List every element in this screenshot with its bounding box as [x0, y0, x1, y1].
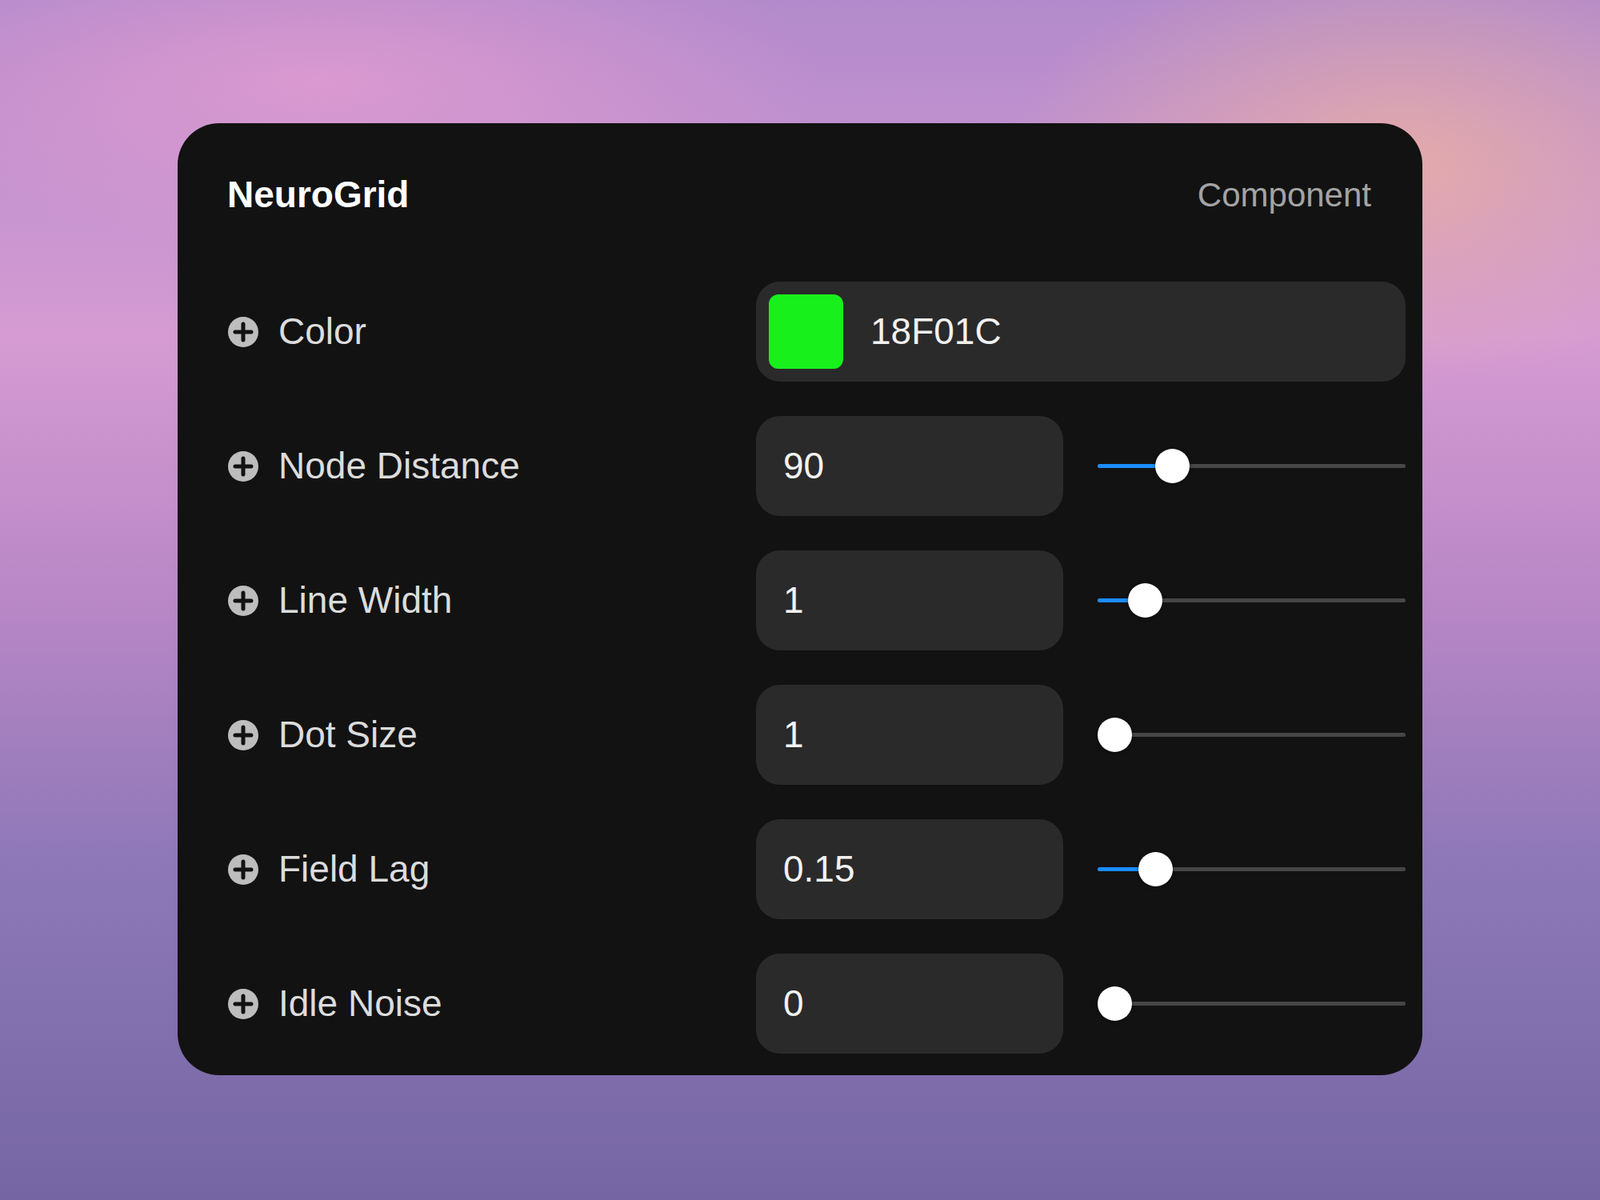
property-row: Field Lag 0.15 [227, 819, 1372, 920]
background-photo: NeuroGrid Component Color 18F01C Node Distan… [0, 0, 1600, 1200]
color-field[interactable]: 18F01C [756, 281, 1406, 382]
property-label-text: Line Width [278, 578, 452, 623]
slider-thumb[interactable] [1097, 717, 1132, 752]
plus-circle-icon[interactable] [227, 584, 260, 617]
property-row: Line Width 1 [227, 550, 1372, 651]
property-label: Node Distance [227, 444, 722, 488]
slider-rail [1097, 732, 1406, 737]
property-row: Idle Noise 0 [227, 953, 1372, 1054]
property-row: Node Distance 90 [227, 416, 1372, 516]
slider-thumb[interactable] [1097, 986, 1132, 1021]
slider-track[interactable] [1097, 852, 1406, 887]
slider-thumb[interactable] [1128, 583, 1163, 618]
slider-track[interactable] [1097, 986, 1406, 1021]
property-label: Idle Noise [227, 981, 722, 1026]
number-field[interactable]: 1 [756, 550, 1064, 651]
number-field[interactable]: 1 [756, 684, 1064, 785]
slider-thumb[interactable] [1138, 852, 1173, 887]
number-field[interactable]: 90 [756, 416, 1064, 516]
number-value[interactable]: 0.15 [783, 847, 856, 892]
property-label-text: Idle Noise [278, 981, 443, 1026]
property-label: Field Lag [227, 847, 722, 892]
property-label: Color [227, 309, 722, 354]
color-swatch[interactable] [768, 294, 844, 369]
number-field[interactable]: 0.15 [756, 819, 1064, 920]
plus-circle-icon[interactable] [227, 988, 260, 1020]
slider-track[interactable] [1097, 717, 1406, 752]
slider-rail [1097, 1001, 1406, 1006]
property-label-text: Color [278, 309, 367, 354]
property-list: Color18F01CNode Distance90Line Width1Dot… [227, 281, 1372, 1054]
plus-circle-icon[interactable] [227, 853, 260, 886]
number-value[interactable]: 1 [783, 578, 804, 623]
slider-thumb[interactable] [1155, 448, 1190, 484]
number-value[interactable]: 1 [783, 712, 804, 757]
number-value[interactable]: 0 [783, 981, 804, 1026]
panel-title: NeuroGrid [227, 172, 409, 217]
slider-track[interactable] [1097, 448, 1406, 484]
plus-circle-icon[interactable] [227, 316, 260, 348]
property-label: Dot Size [227, 712, 722, 757]
property-label-text: Dot Size [278, 712, 418, 757]
panel-subtitle: Component [1197, 175, 1372, 216]
number-value[interactable]: 90 [783, 444, 824, 488]
property-row: Dot Size 1 [227, 684, 1372, 785]
plus-circle-icon[interactable] [227, 719, 260, 752]
property-label-text: Field Lag [278, 847, 430, 892]
panel-header: NeuroGrid Component [227, 171, 1372, 220]
settings-panel: NeuroGrid Component Color 18F01C Node Distan… [177, 123, 1423, 1076]
number-field[interactable]: 0 [756, 953, 1064, 1054]
slider-track[interactable] [1097, 583, 1406, 618]
plus-circle-icon[interactable] [227, 450, 260, 483]
property-row: Color 18F01C [227, 281, 1372, 382]
property-label-text: Node Distance [278, 444, 520, 488]
property-label: Line Width [227, 578, 722, 623]
color-hex-value[interactable]: 18F01C [870, 309, 1002, 354]
